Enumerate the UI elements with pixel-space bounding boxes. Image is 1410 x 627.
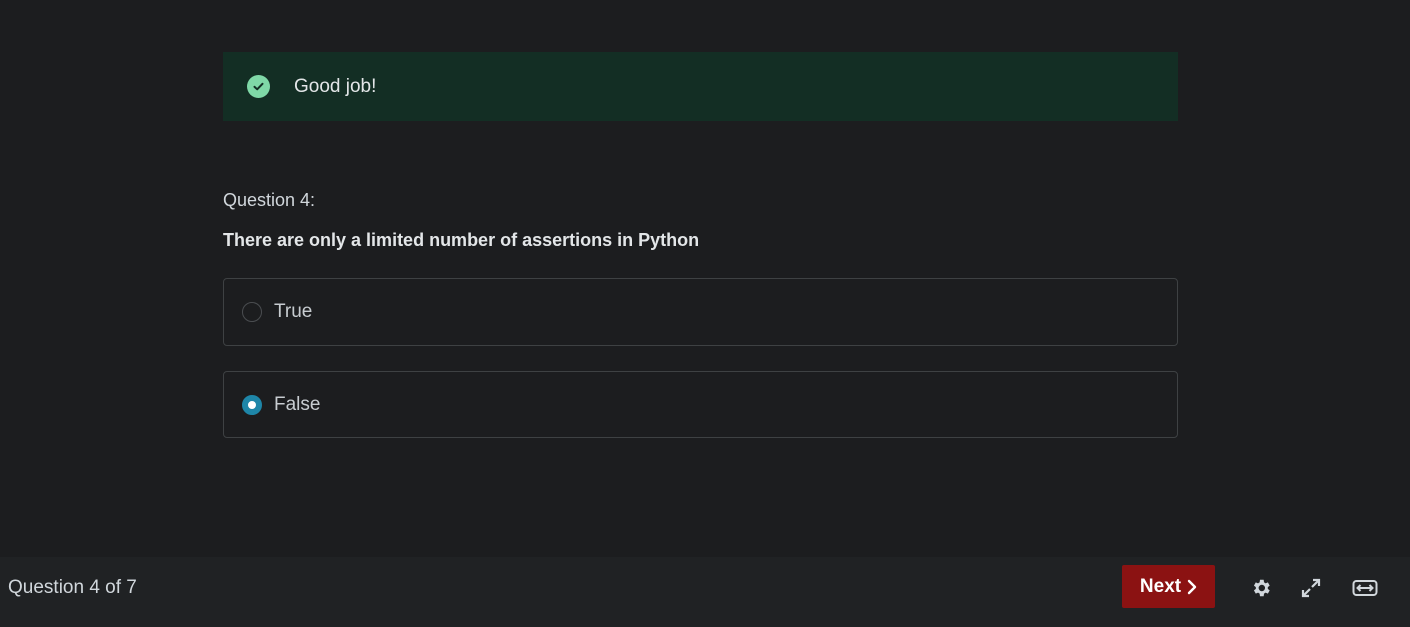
- alert-message: Good job!: [294, 75, 377, 97]
- next-button[interactable]: Next: [1122, 565, 1215, 608]
- quiz-footer: Question 4 of 7 Next: [0, 557, 1410, 627]
- radio-button-false[interactable]: [242, 394, 262, 415]
- widen-icon[interactable]: [1352, 576, 1378, 600]
- expand-icon[interactable]: [1299, 576, 1323, 600]
- chevron-right-icon: [1187, 579, 1197, 594]
- question-progress: Question 4 of 7: [8, 577, 137, 598]
- next-button-label: Next: [1139, 575, 1182, 597]
- answer-option-label: False: [274, 393, 321, 415]
- answer-option-true[interactable]: True: [223, 278, 1178, 346]
- gear-icon[interactable]: [1249, 576, 1273, 600]
- check-circle-icon: [247, 75, 270, 98]
- success-alert: Good job!: [223, 52, 1178, 121]
- answer-option-false[interactable]: False: [223, 371, 1178, 438]
- quiz-page: Good job! Question 4: There are only a l…: [0, 0, 1410, 627]
- radio-button-true[interactable]: [242, 302, 262, 322]
- question-text: There are only a limited number of asser…: [223, 230, 700, 250]
- answer-option-label: True: [274, 301, 313, 322]
- question-number: Question 4:: [223, 190, 316, 210]
